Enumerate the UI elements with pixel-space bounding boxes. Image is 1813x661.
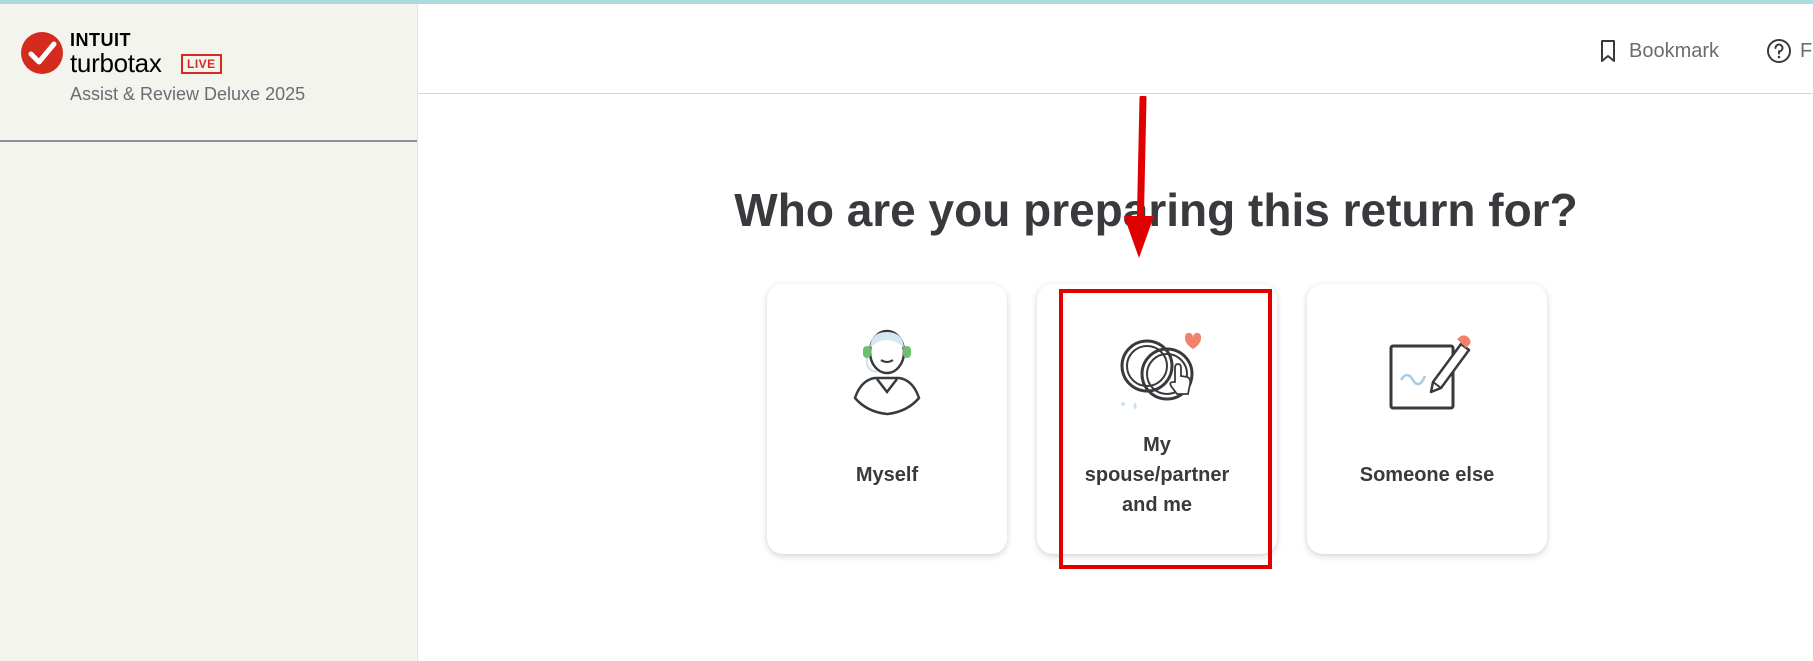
page-title: Who are you preparing this return for? (734, 184, 1578, 236)
checkmark-logo-icon (21, 32, 63, 74)
bookmark-button[interactable]: Bookmark (1595, 38, 1719, 64)
annotation-highlight-box (1059, 289, 1272, 569)
product-edition: Assist & Review Deluxe 2025 (70, 84, 306, 104)
help-icon (1767, 39, 1791, 63)
top-header: Bookmark F (418, 4, 1813, 94)
option-label-someone-else: Someone else (1359, 464, 1495, 486)
annotation-arrow-icon (1124, 96, 1154, 258)
turbotax-wordmark: turbotax (70, 48, 162, 78)
option-card-myself[interactable]: Myself (767, 284, 1007, 554)
bookmark-icon (1601, 40, 1615, 62)
person-headset-icon (853, 329, 921, 416)
sidebar-divider (0, 140, 417, 142)
option-card-someone-else[interactable]: Someone else (1307, 284, 1547, 554)
signature-pencil-icon (1389, 335, 1471, 410)
option-label-myself: Myself (855, 464, 919, 486)
help-label: F (1800, 39, 1813, 62)
help-button[interactable]: F (1766, 38, 1812, 64)
bookmark-label: Bookmark (1629, 39, 1720, 62)
sidebar: INTUIT turbotax LIVE Assist & Review Del… (0, 4, 418, 661)
intuit-wordmark: INTUIT (70, 30, 131, 50)
live-badge: LIVE (181, 54, 222, 74)
